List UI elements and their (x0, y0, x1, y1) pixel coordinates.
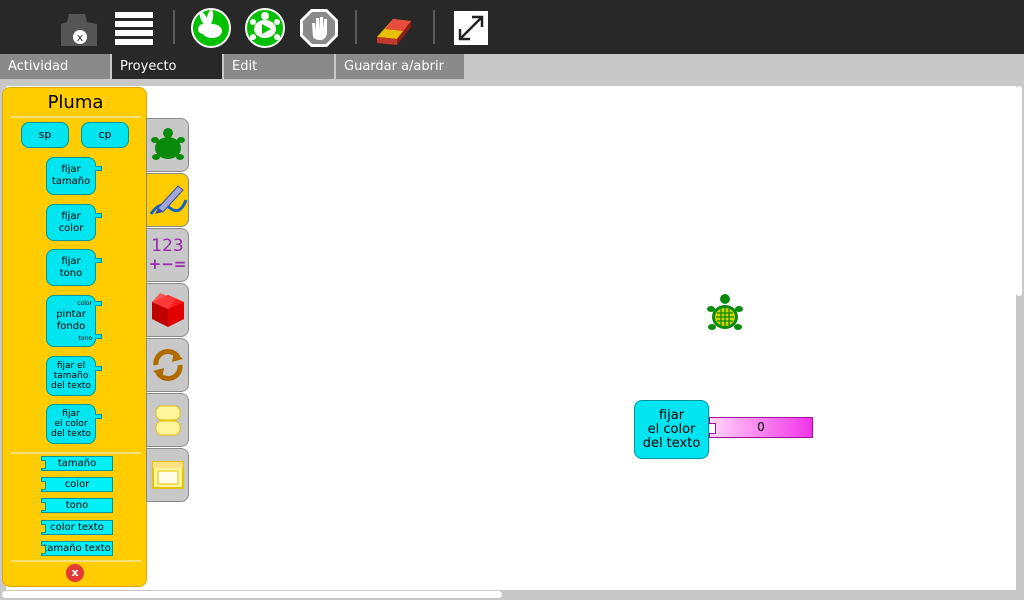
pen-palette-tab[interactable] (146, 173, 189, 227)
pen-icon (149, 185, 187, 215)
blocks-icon (155, 405, 180, 436)
fill-background-color-arg: color (77, 300, 92, 307)
palette-title: Pluma (47, 92, 104, 113)
box-icon (151, 293, 184, 327)
pen-up-block[interactable]: sp (21, 122, 69, 148)
block-socket (95, 414, 102, 419)
pen-up-label: sp (38, 128, 52, 141)
set-shade-label: fijar tono (59, 255, 83, 279)
rabbit-icon (191, 8, 231, 48)
set-size-label: fijar tamaño (51, 164, 91, 187)
main-toolbar: x (0, 0, 1024, 54)
block-socket (95, 366, 102, 371)
pen-down-block[interactable]: cp (81, 122, 129, 148)
expand-icon (454, 11, 488, 45)
set-text-size-block[interactable]: fijar el tamaño del texto (46, 356, 102, 396)
stripes-icon (115, 12, 153, 45)
turtle-play-icon (245, 8, 285, 48)
set-size-block[interactable]: fijar tamaño (46, 157, 102, 195)
numbers-palette-tab[interactable]: 123 +−= (146, 228, 189, 282)
set-shade-block[interactable]: fijar tono (46, 249, 102, 286)
fill-background-block[interactable]: pintar fondo color tono (46, 295, 102, 347)
vertical-scrollbar[interactable] (1016, 86, 1022, 296)
fullscreen-button[interactable] (450, 7, 492, 49)
toolbar-separator (433, 10, 435, 44)
numbers-icon-digits: 123 (151, 236, 184, 256)
loop-arrows-icon (152, 349, 183, 381)
pen-down-label: cp (98, 128, 112, 141)
toolbar-separator (173, 10, 175, 44)
set-color-label: fijar color (58, 210, 84, 234)
text-color-value-block[interactable]: color texto (41, 520, 113, 535)
text-size-value-block[interactable]: tamaño texto (41, 541, 113, 556)
horizontal-scrollbar[interactable] (2, 591, 502, 598)
set-text-color-block[interactable]: fijar el color del texto (46, 404, 102, 444)
color-value-block[interactable]: color (41, 477, 113, 492)
block-socket (95, 213, 102, 218)
turtle-sprite[interactable] (705, 292, 745, 336)
palette-divider (11, 116, 141, 118)
flow-palette-tab[interactable] (146, 338, 189, 392)
block-socket (95, 166, 102, 171)
turtle-icon (150, 128, 185, 160)
tab-edit[interactable]: Edit (224, 54, 334, 79)
boxes-palette-tab[interactable] (146, 283, 189, 337)
toolbar-separator (355, 10, 357, 44)
tab-proyecto[interactable]: Proyecto (112, 54, 222, 79)
shade-value-block[interactable]: tono (41, 498, 113, 513)
block-socket (95, 258, 102, 263)
set-text-color-canvas-block[interactable]: fijar el color del texto (634, 400, 709, 459)
pen-palette: Pluma sp cp fijar tamaño fijar color fij… (2, 87, 147, 587)
fill-background-label: pintar fondo (56, 309, 86, 332)
size-value-block[interactable]: tamaño (41, 456, 113, 471)
stop-project-button[interactable]: x (57, 7, 99, 49)
palette-divider (11, 452, 141, 454)
number-value-block[interactable]: 0 (709, 417, 813, 438)
set-text-color-label: fijar el color del texto (51, 409, 91, 439)
set-text-size-label: fijar el tamaño del texto (51, 361, 91, 391)
numbers-icon-operators: +−= (148, 255, 187, 273)
canvas-block-label: fijar el color del texto (642, 407, 701, 451)
run-fast-button[interactable] (190, 7, 232, 49)
tab-guardar[interactable]: Guardar a/abrir de (336, 54, 464, 99)
x-badge-icon: x (61, 14, 97, 46)
palette-divider (11, 560, 141, 562)
stop-badge-label: x (77, 31, 84, 44)
extras-icon (151, 461, 184, 489)
palette-close-button[interactable]: x (66, 564, 84, 582)
blocks-palette-tab[interactable] (146, 393, 189, 447)
project-menu-button[interactable] (113, 7, 155, 49)
block-socket (95, 334, 102, 339)
tab-bar: Actividad Proyecto Edit Guardar a/abrir … (0, 54, 1024, 99)
tab-actividad[interactable]: Actividad (0, 54, 110, 79)
block-socket (95, 301, 102, 306)
turtle-palette-tab[interactable] (146, 118, 189, 172)
set-color-block[interactable]: fijar color (46, 204, 102, 241)
clear-button[interactable] (373, 7, 415, 49)
extras-palette-tab[interactable] (146, 448, 189, 502)
fill-background-shade-arg: tono (78, 335, 93, 342)
stop-hand-icon (300, 9, 338, 47)
stop-button[interactable] (298, 7, 340, 49)
run-slow-button[interactable] (244, 7, 286, 49)
eraser-icon (377, 19, 411, 45)
